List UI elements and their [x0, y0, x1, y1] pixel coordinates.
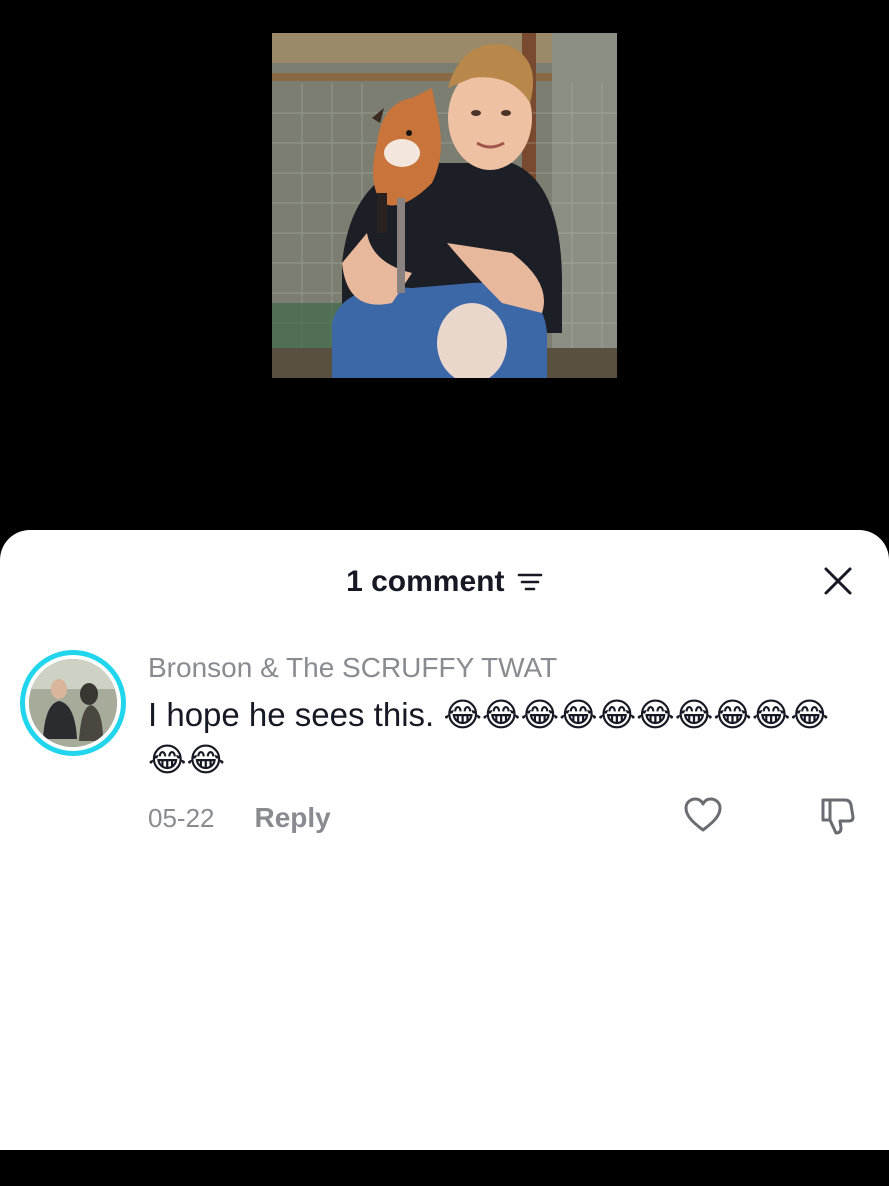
thumbs-down-outline-icon [821, 798, 855, 835]
video-player[interactable] [0, 0, 889, 540]
comment-body: I hope he sees this. 😂😂😂😂😂😂😂😂😂😂😂😂 [148, 692, 848, 782]
like-button[interactable] [683, 796, 723, 834]
comment-meta: 05-22 Reply [148, 800, 331, 836]
comment-text: I hope he sees this. [148, 696, 435, 733]
avatar[interactable] [20, 650, 126, 756]
comments-sheet: 1 comment Bronson & The SCRUFFY TWAT I h… [0, 530, 889, 1150]
heart-outline-icon [684, 797, 722, 832]
man-holding-fox-cub-photo [272, 33, 617, 378]
close-button[interactable] [823, 566, 853, 596]
video-thumbnail[interactable] [272, 33, 617, 378]
sort-lines-icon[interactable] [517, 570, 543, 594]
close-icon [824, 567, 852, 595]
comments-header: 1 comment [0, 562, 889, 602]
comment-item: Bronson & The SCRUFFY TWAT I hope he see… [0, 650, 889, 840]
comment-username[interactable]: Bronson & The SCRUFFY TWAT [148, 652, 557, 684]
bottom-bar [0, 1150, 889, 1186]
reply-button[interactable]: Reply [255, 802, 331, 834]
avatar-image [29, 659, 117, 747]
comment-date: 05-22 [148, 802, 215, 833]
dislike-button[interactable] [817, 796, 857, 836]
comments-count-title: 1 comment [346, 565, 505, 598]
